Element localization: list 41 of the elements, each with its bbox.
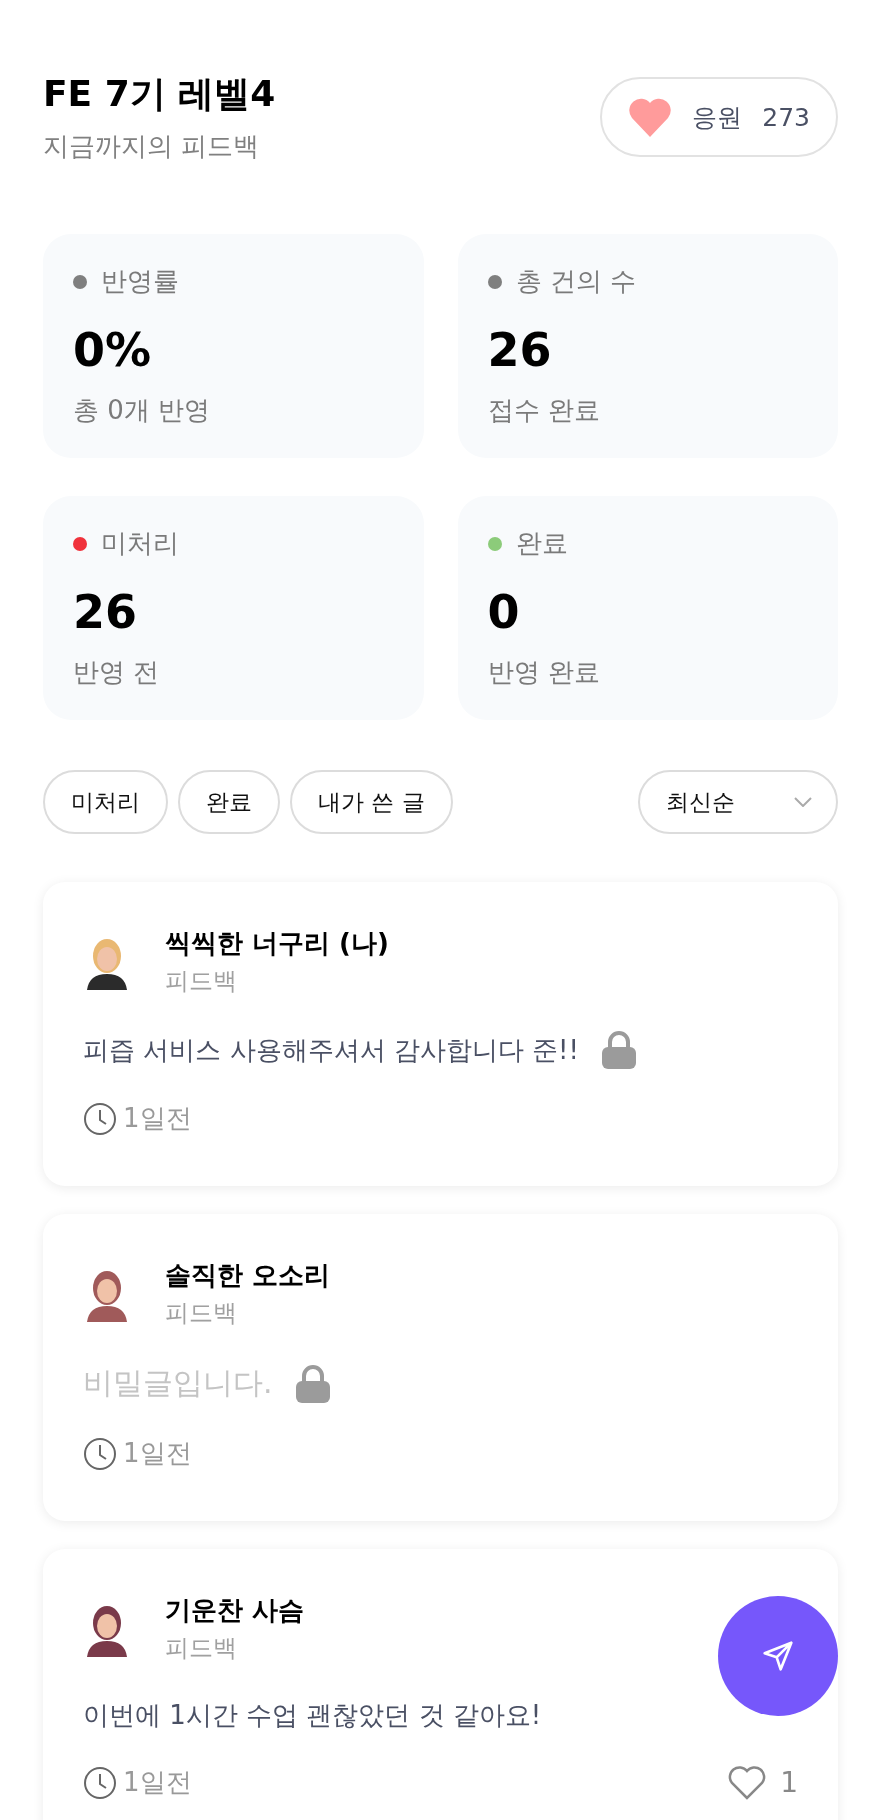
send-icon: [762, 1640, 794, 1672]
stat-label: 총 건의 수: [515, 265, 637, 298]
stat-value: 0%: [73, 323, 153, 377]
author-name: 기운찬 사슴: [165, 1594, 305, 1627]
filter-chip[interactable]: 내가 쓴 글: [290, 770, 453, 834]
clock-icon: [83, 1765, 117, 1800]
post-category: 피드백: [165, 1633, 238, 1664]
sort-dropdown[interactable]: 최신순: [638, 770, 838, 834]
post-time: 1일전: [123, 1766, 192, 1799]
page-subtitle: 지금까지의 피드백: [43, 130, 261, 163]
heart-icon: [628, 97, 673, 137]
post-time: 1일전: [123, 1102, 192, 1135]
stat-caption: 접수 완료: [487, 394, 601, 427]
author-name: 솔직한 오소리: [165, 1259, 331, 1292]
like-button[interactable]: 1: [728, 1765, 798, 1800]
stat-label: 미처리: [101, 527, 179, 560]
cheer-button[interactable]: 응원 273: [600, 77, 838, 157]
post-category: 피드백: [165, 1298, 238, 1329]
heart-icon: [728, 1765, 767, 1800]
stat-caption: 총 0개 반영: [73, 394, 212, 427]
page-title: FE 7기 레벨4: [43, 72, 276, 116]
stat-label: 반영률: [101, 265, 179, 298]
stat-caption: 반영 완료: [487, 656, 601, 689]
filter-chip[interactable]: 완료: [178, 770, 280, 834]
author-name: 씩씩한 너구리 (나): [165, 927, 389, 960]
post-category: 피드백: [165, 966, 238, 997]
post-text: 피즙 서비스 사용해주셔서 감사합니다 준!!: [83, 1033, 579, 1067]
post-time: 1일전: [123, 1437, 192, 1470]
lock-icon: [600, 1031, 637, 1069]
clock-icon: [83, 1436, 117, 1471]
filter-chip[interactable]: 미처리: [43, 770, 168, 834]
stat-value: 0: [487, 585, 521, 639]
post-text: 비밀글입니다.: [83, 1364, 273, 1402]
stat-value: 26: [73, 585, 138, 639]
stat-label: 완료: [515, 527, 568, 560]
chevron-down-icon: [794, 797, 812, 807]
post-text: 이번에 1시간 수업 괜찮았던 것 같아요!: [83, 1699, 542, 1732]
stat-value: 26: [487, 323, 553, 377]
stat-caption: 반영 전: [73, 656, 161, 689]
lock-icon: [294, 1364, 331, 1403]
clock-icon: [83, 1101, 117, 1136]
